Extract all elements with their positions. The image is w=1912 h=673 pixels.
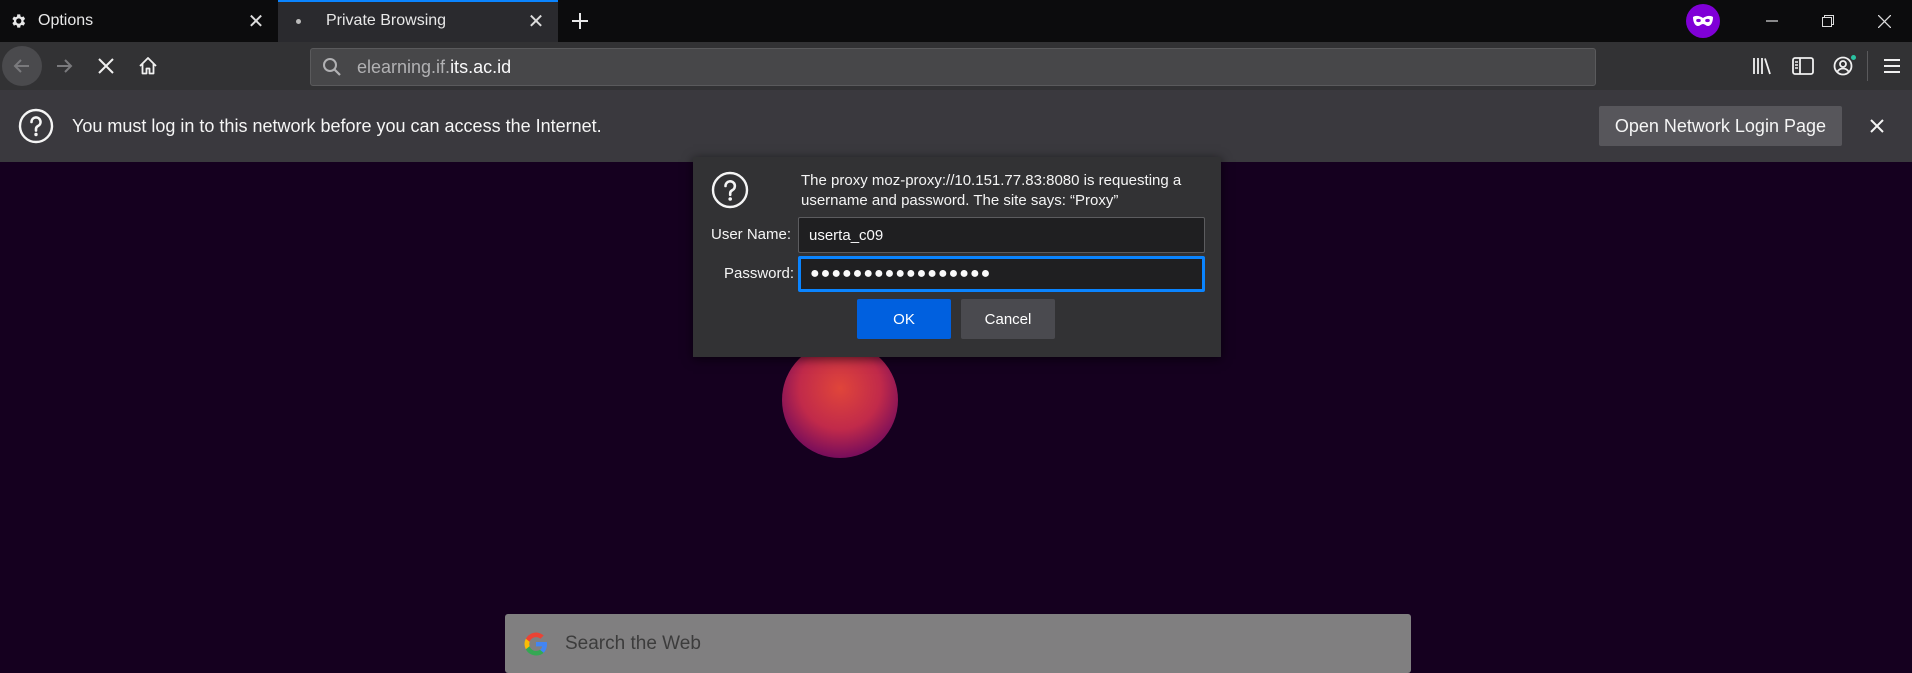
library-button[interactable]	[1743, 46, 1783, 86]
close-tab-icon[interactable]: ✕	[522, 7, 550, 35]
private-browsing-logo	[782, 342, 898, 458]
close-icon	[1877, 14, 1891, 28]
notification-message: You must log in to this network before y…	[72, 115, 602, 136]
account-button[interactable]	[1823, 46, 1863, 86]
dot-icon	[288, 11, 308, 31]
web-search-box[interactable]: Search the Web	[505, 614, 1411, 673]
tab-private-browsing[interactable]: Private Browsing ✕	[278, 0, 558, 42]
tab-title: Options	[38, 12, 94, 29]
arrow-right-icon	[57, 59, 73, 73]
username-label: User Name:	[711, 226, 792, 243]
close-tab-icon[interactable]: ✕	[242, 7, 270, 35]
stop-loading-button[interactable]	[86, 46, 126, 86]
search-icon	[317, 52, 347, 82]
close-notification-icon[interactable]	[1862, 111, 1892, 141]
url-prefix: elearning.if.	[357, 56, 451, 77]
close-window-button[interactable]	[1856, 0, 1912, 42]
menu-button[interactable]	[1872, 46, 1912, 86]
tab-title: Private Browsing	[326, 12, 447, 29]
home-button[interactable]	[128, 46, 168, 86]
dialog-message: The proxy moz-proxy://10.151.77.83:8080 …	[801, 172, 1182, 209]
library-icon	[1753, 58, 1771, 75]
toolbar-right	[1743, 42, 1912, 90]
home-icon	[139, 57, 157, 75]
tab-options[interactable]: Options ✕	[0, 0, 278, 42]
question-circle-icon	[18, 108, 54, 144]
google-logo-icon	[524, 632, 547, 655]
forward-button[interactable]	[44, 46, 84, 86]
password-field[interactable]: ●●●●●●●●●●●●●●●●●	[798, 256, 1205, 292]
stop-icon	[98, 58, 114, 74]
proxy-authentication-dialog: The proxy moz-proxy://10.151.77.83:8080 …	[693, 157, 1221, 357]
url-bar[interactable]: elearning.if.its.ac.id	[310, 48, 1596, 86]
gear-icon	[8, 11, 28, 31]
question-circle-icon	[711, 171, 749, 209]
cancel-button[interactable]: Cancel	[961, 299, 1055, 339]
new-tab-button[interactable]	[560, 0, 600, 42]
private-browsing-mask-icon	[1686, 4, 1720, 38]
toolbar-separator	[1867, 51, 1868, 81]
captive-portal-notification: You must log in to this network before y…	[0, 90, 1912, 162]
restore-icon	[1822, 15, 1834, 27]
open-network-login-page-button[interactable]: Open Network Login Page	[1598, 106, 1842, 146]
hamburger-menu-icon	[1884, 59, 1900, 73]
username-field[interactable]: userta_c09	[798, 217, 1205, 253]
back-button[interactable]	[2, 46, 42, 86]
tabstrip-spacer	[600, 0, 1686, 42]
ok-button[interactable]: OK	[857, 299, 951, 339]
sidebar-icon	[1792, 57, 1814, 75]
url-text[interactable]: elearning.if.its.ac.id	[357, 57, 511, 78]
navigation-toolbar: elearning.if.its.ac.id	[0, 42, 1912, 90]
restore-button[interactable]	[1800, 0, 1856, 42]
arrow-left-icon	[13, 59, 29, 73]
password-label: Password:	[724, 265, 795, 282]
plus-icon	[572, 13, 588, 29]
minimize-button[interactable]	[1744, 0, 1800, 42]
sync-status-dot	[1850, 54, 1857, 61]
minimize-icon	[1766, 20, 1778, 22]
url-host: its.ac.id	[450, 56, 512, 77]
sidebar-button[interactable]	[1783, 46, 1823, 86]
web-search-placeholder: Search the Web	[565, 632, 701, 654]
tab-strip: Options ✕ Private Browsing ✕	[0, 0, 1912, 42]
